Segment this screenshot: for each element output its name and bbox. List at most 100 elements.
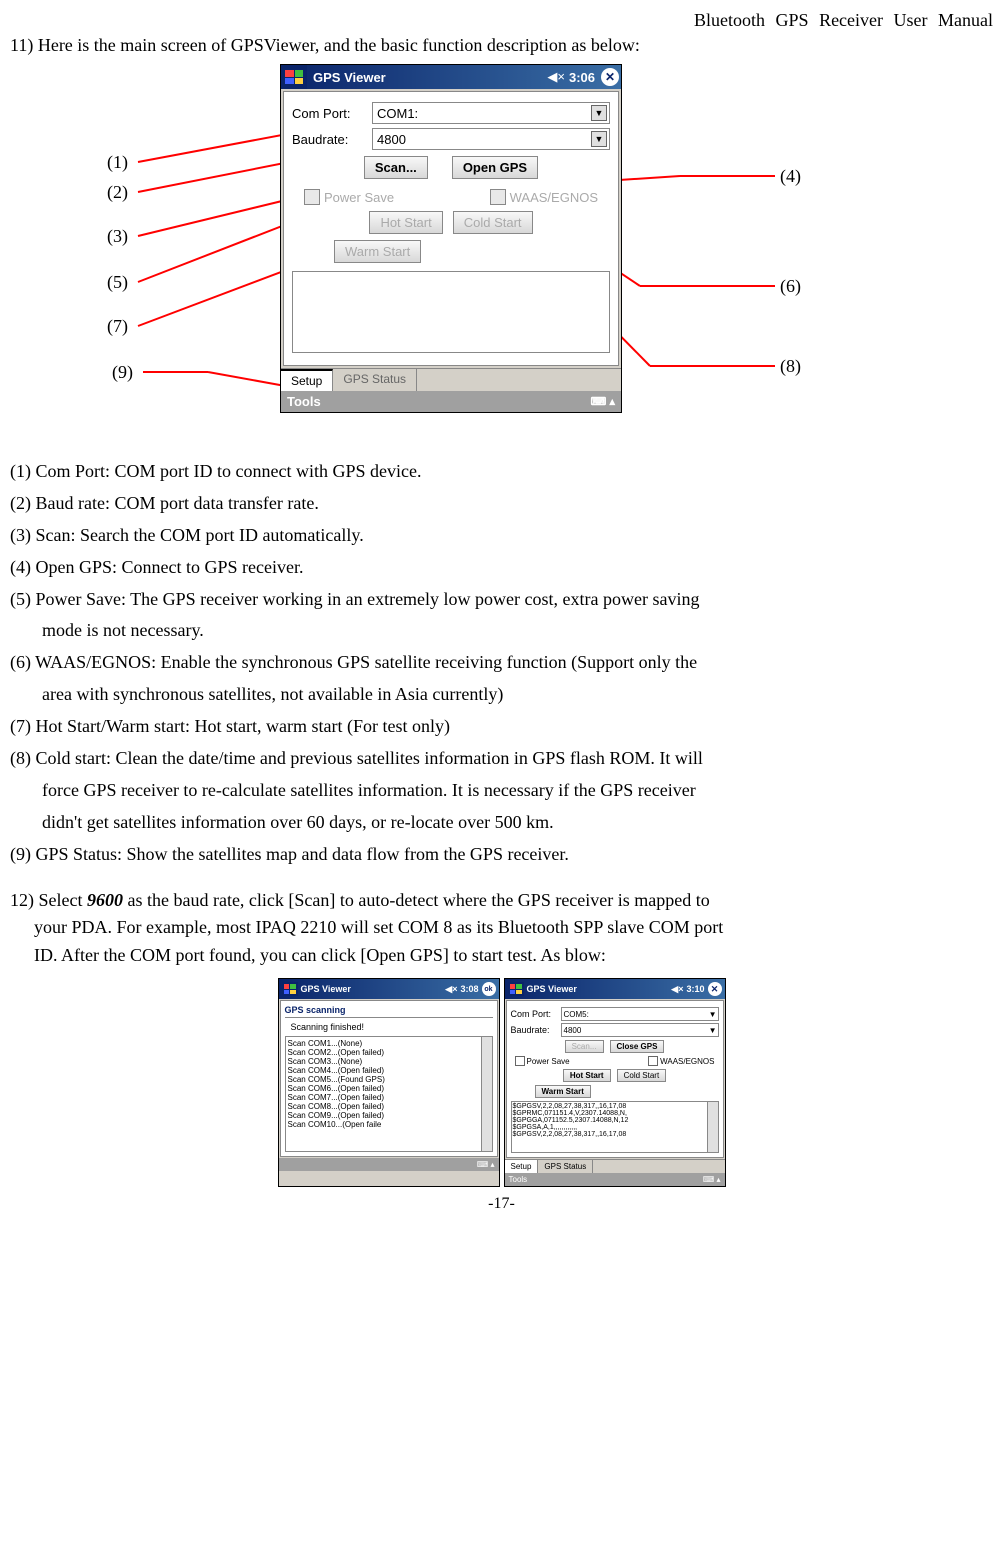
hot-start-button[interactable]: Hot Start bbox=[369, 211, 442, 234]
callout-7: (7) bbox=[107, 316, 128, 337]
step-12: 12) Select 9600 as the baud rate, click … bbox=[10, 887, 993, 971]
list-item: Scan COM3...(None) bbox=[288, 1057, 490, 1066]
step12-line3: ID. After the COM port found, you can cl… bbox=[10, 942, 993, 970]
intro-text: 11) Here is the main screen of GPSViewer… bbox=[10, 35, 993, 56]
tab-gps-status[interactable]: GPS Status bbox=[538, 1160, 593, 1173]
cold-start-button[interactable]: Cold Start bbox=[617, 1069, 667, 1082]
baudrate-label: Baudrate: bbox=[511, 1025, 561, 1035]
setup-panel: Com Port: COM1: ▼ Baudrate: 4800 ▼ Scan.… bbox=[283, 91, 619, 366]
waas-checkbox[interactable]: WAAS/EGNOS bbox=[648, 1056, 714, 1066]
nmea-line: $GPGGA,071152.5,2307.14088,N,12 bbox=[513, 1117, 717, 1124]
close-icon[interactable]: ✕ bbox=[708, 982, 722, 996]
running-window-title: GPS Viewer bbox=[527, 984, 577, 994]
nmea-line: $GPRMC,071151.4,V,2307.14088,N, bbox=[513, 1110, 717, 1117]
list-item: Scan COM5...(Found GPS) bbox=[288, 1075, 490, 1084]
ok-button[interactable]: ok bbox=[482, 982, 496, 996]
close-gps-button[interactable]: Close GPS bbox=[610, 1040, 665, 1053]
list-item: Scan COM8...(Open failed) bbox=[288, 1102, 490, 1111]
desc-6b: area with synchronous satellites, not av… bbox=[10, 681, 993, 709]
scan-button[interactable]: Scan... bbox=[565, 1040, 604, 1053]
checkbox-icon bbox=[304, 189, 320, 205]
annotated-figure: (1) (2) (3) (5) (7) (9) (4) (6) (8) GPS … bbox=[10, 64, 993, 454]
hot-start-button[interactable]: Hot Start bbox=[563, 1069, 611, 1082]
desc-7: (7) Hot Start/Warm start: Hot start, war… bbox=[10, 713, 993, 741]
desc-9: (9) GPS Status: Show the satellites map … bbox=[10, 841, 993, 869]
scan-clock: 3:08 bbox=[460, 984, 478, 994]
tab-gps-status[interactable]: GPS Status bbox=[333, 369, 417, 391]
scrollbar[interactable] bbox=[707, 1102, 718, 1152]
desc-8a: (8) Cold start: Clean the date/time and … bbox=[10, 745, 993, 773]
nmea-output[interactable]: $GPGSV,2,2,08,27,38,317,,16,17,08 $GPRMC… bbox=[511, 1101, 719, 1153]
baudrate-value: 4800 bbox=[377, 132, 406, 147]
window-title: GPS Viewer bbox=[313, 70, 547, 85]
running-title-bar: GPS Viewer ◀× 3:10 ✕ bbox=[505, 979, 725, 999]
gpsviewer-window: GPS Viewer ◀× 3:06 ✕ Com Port: COM1: ▼ B… bbox=[280, 64, 622, 413]
desc-5a: (5) Power Save: The GPS receiver working… bbox=[10, 586, 993, 614]
speaker-icon[interactable]: ◀× bbox=[671, 984, 683, 995]
step12-line2: your PDA. For example, most IPAQ 2210 wi… bbox=[10, 914, 993, 942]
chevron-down-icon[interactable]: ▼ bbox=[709, 1026, 717, 1035]
callout-8: (8) bbox=[780, 356, 801, 377]
scrollbar[interactable] bbox=[481, 1037, 492, 1151]
start-icon[interactable] bbox=[282, 982, 298, 996]
step12-rest1: as the baud rate, click [Scan] to auto-d… bbox=[123, 890, 710, 910]
running-window: GPS Viewer ◀× 3:10 ✕ Com Port: COM5: ▼ B… bbox=[504, 978, 726, 1187]
keyboard-icon[interactable]: ⌨ ▴ bbox=[591, 395, 615, 408]
chevron-down-icon[interactable]: ▼ bbox=[591, 105, 607, 121]
keyboard-icon[interactable]: ⌨ ▴ bbox=[477, 1160, 495, 1169]
scan-title-bar: GPS Viewer ◀× 3:08 ok bbox=[279, 979, 499, 999]
keyboard-icon[interactable]: ⌨ ▴ bbox=[703, 1175, 721, 1184]
callout-5: (5) bbox=[107, 272, 128, 293]
title-bar: GPS Viewer ◀× 3:06 ✕ bbox=[281, 65, 621, 89]
start-icon[interactable] bbox=[508, 982, 524, 996]
tab-setup[interactable]: Setup bbox=[505, 1160, 539, 1173]
chevron-down-icon[interactable]: ▼ bbox=[709, 1010, 717, 1019]
baudrate-select[interactable]: 4800 ▼ bbox=[372, 128, 610, 150]
clock-text: 3:06 bbox=[569, 70, 595, 85]
scan-dialog-window: GPS Viewer ◀× 3:08 ok GPS scanning Scann… bbox=[278, 978, 500, 1187]
start-icon[interactable] bbox=[281, 65, 307, 89]
desc-2: (2) Baud rate: COM port data transfer ra… bbox=[10, 490, 993, 518]
desc-1: (1) Com Port: COM port ID to connect wit… bbox=[10, 458, 993, 486]
baudrate-value: 4800 bbox=[564, 1026, 582, 1035]
running-tab-strip: Setup GPS Status bbox=[505, 1159, 725, 1173]
scan-button[interactable]: Scan... bbox=[364, 156, 428, 179]
bottom-toolbar: Tools ⌨ ▴ bbox=[281, 391, 621, 412]
scan-bottom-toolbar: ⌨ ▴ bbox=[279, 1158, 499, 1171]
desc-8c: didn't get satellites information over 6… bbox=[10, 809, 993, 837]
speaker-icon[interactable]: ◀× bbox=[547, 69, 565, 85]
callout-4: (4) bbox=[780, 166, 801, 187]
callout-1: (1) bbox=[107, 152, 128, 173]
list-item: Scan COM7...(Open failed) bbox=[288, 1093, 490, 1102]
nmea-line: $GPGSV,2,2,08,27,38,317,,16,17,08 bbox=[513, 1131, 717, 1138]
checkbox-icon bbox=[515, 1056, 525, 1066]
power-save-checkbox[interactable]: Power Save bbox=[515, 1056, 570, 1066]
nmea-line: $GPGSV,2,2,08,27,38,317,,16,17,08 bbox=[513, 1103, 717, 1110]
chevron-down-icon[interactable]: ▼ bbox=[591, 131, 607, 147]
callout-6: (6) bbox=[780, 276, 801, 297]
scan-result-list[interactable]: Scan COM1...(None) Scan COM2...(Open fai… bbox=[285, 1036, 493, 1152]
tab-setup[interactable]: Setup bbox=[281, 369, 333, 391]
tab-strip: Setup GPS Status bbox=[281, 368, 621, 391]
list-item: Scan COM10...(Open faile bbox=[288, 1120, 490, 1129]
comport-select[interactable]: COM1: ▼ bbox=[372, 102, 610, 124]
callout-9: (9) bbox=[112, 362, 133, 383]
waas-checkbox[interactable]: WAAS/EGNOS bbox=[490, 189, 598, 205]
page-header: Bluetooth GPS Receiver User Manual bbox=[10, 10, 993, 31]
tools-menu[interactable]: Tools bbox=[509, 1175, 528, 1184]
comport-select[interactable]: COM5: ▼ bbox=[561, 1007, 719, 1021]
page-number: -17- bbox=[10, 1195, 993, 1213]
close-icon[interactable]: ✕ bbox=[601, 68, 619, 86]
warm-start-button[interactable]: Warm Start bbox=[535, 1085, 591, 1098]
power-save-label: Power Save bbox=[324, 190, 394, 205]
power-save-checkbox[interactable]: Power Save bbox=[304, 189, 394, 205]
desc-3: (3) Scan: Search the COM port ID automat… bbox=[10, 522, 993, 550]
warm-start-button[interactable]: Warm Start bbox=[334, 240, 421, 263]
cold-start-button[interactable]: Cold Start bbox=[453, 211, 533, 234]
small-screenshots: GPS Viewer ◀× 3:08 ok GPS scanning Scann… bbox=[10, 978, 993, 1187]
speaker-icon[interactable]: ◀× bbox=[445, 984, 457, 995]
baudrate-select[interactable]: 4800 ▼ bbox=[561, 1023, 719, 1037]
output-textarea[interactable] bbox=[292, 271, 610, 353]
tools-menu[interactable]: Tools bbox=[287, 394, 321, 409]
open-gps-button[interactable]: Open GPS bbox=[452, 156, 538, 179]
